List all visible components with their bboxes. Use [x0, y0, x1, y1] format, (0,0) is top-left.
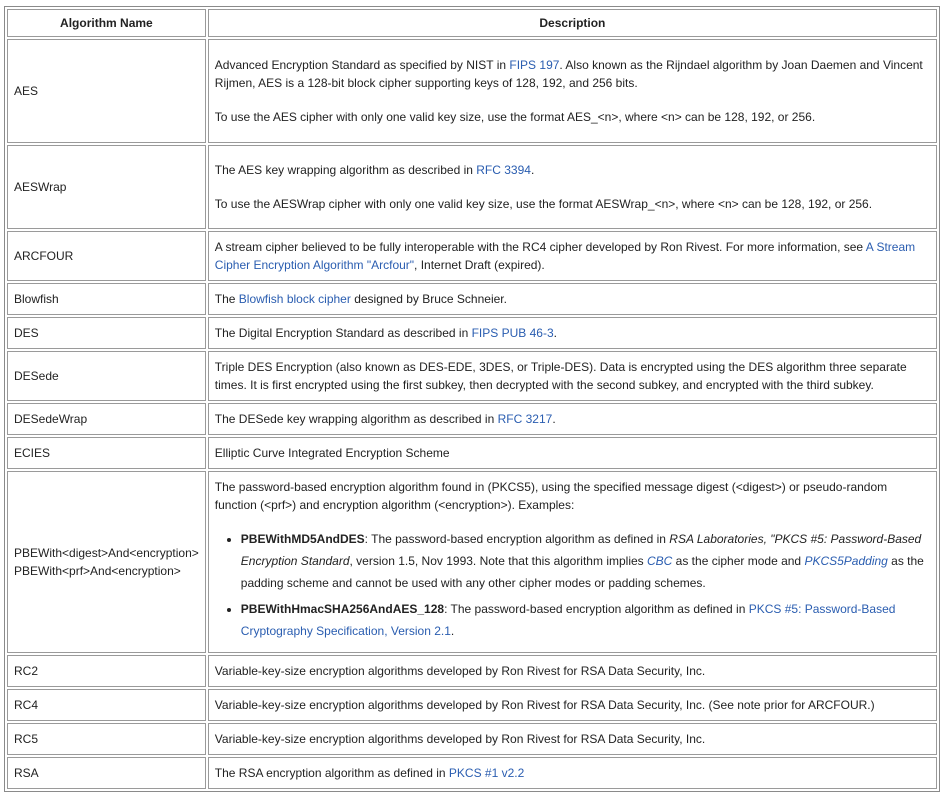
description-text: . — [552, 412, 556, 426]
rfc-3217-link[interactable]: RFC 3217 — [498, 412, 553, 426]
table-row: RC4 Variable-key-size encryption algorit… — [7, 689, 937, 721]
table-row: AES Advanced Encryption Standard as spec… — [7, 39, 937, 143]
table-row: PBEWith<digest>And<encryption> PBEWith<p… — [7, 471, 937, 653]
column-header-name: Algorithm Name — [7, 9, 206, 37]
algorithm-name: Blowfish — [7, 283, 206, 315]
column-header-description: Description — [207, 9, 937, 37]
description-text: , Internet Draft (expired). — [414, 258, 545, 272]
table-row: RSA The RSA encryption algorithm as defi… — [7, 757, 937, 789]
description-text: The AES key wrapping algorithm as descri… — [214, 163, 477, 177]
table-row: Blowfish The Blowfish block cipher desig… — [7, 283, 937, 315]
example-algorithm-name: PBEWithMD5AndDES — [240, 532, 365, 546]
description-text: : The password-based encryption algorith… — [364, 532, 670, 546]
description-paragraph: To use the AESWrap cipher with only one … — [214, 197, 873, 211]
algorithm-name: DESede — [7, 351, 206, 401]
table-row: DES The Digital Encryption Standard as d… — [7, 317, 937, 349]
description-paragraph: The AES key wrapping algorithm as descri… — [215, 161, 930, 179]
examples-list: PBEWithMD5AndDES: The password-based enc… — [215, 528, 930, 642]
algorithm-table: Algorithm Name Description AES Advanced … — [4, 6, 940, 792]
description-text: The Digital Encryption Standard as descr… — [214, 326, 472, 340]
algorithm-name: RC2 — [7, 655, 206, 687]
algorithm-description: Advanced Encryption Standard as specifie… — [207, 39, 937, 143]
description-text: : The password-based encryption algorith… — [444, 602, 749, 616]
fips-197-link[interactable]: FIPS 197 — [509, 58, 559, 72]
description-text: , version 1.5, Nov 1993. Note that this … — [349, 554, 647, 568]
description-text: The — [214, 292, 239, 306]
list-item: PBEWithHmacSHA256AndAES_128: The passwor… — [241, 598, 930, 642]
algorithm-name: DESedeWrap — [7, 403, 206, 435]
table-row: DESedeWrap The DESede key wrapping algor… — [7, 403, 937, 435]
algorithm-name: ECIES — [7, 437, 206, 469]
algorithm-description: The Digital Encryption Standard as descr… — [207, 317, 937, 349]
algorithm-description: Variable-key-size encryption algorithms … — [207, 723, 937, 755]
description-text: Advanced Encryption Standard as specifie… — [214, 58, 510, 72]
blowfish-link[interactable]: Blowfish block cipher — [239, 292, 351, 306]
algorithm-description: Variable-key-size encryption algorithms … — [207, 689, 937, 721]
algorithm-name: RC4 — [7, 689, 206, 721]
algorithm-description: Elliptic Curve Integrated Encryption Sch… — [207, 437, 937, 469]
algorithm-name: PBEWith<digest>And<encryption> PBEWith<p… — [7, 471, 206, 653]
list-item: PBEWithMD5AndDES: The password-based enc… — [241, 528, 930, 594]
algorithm-description: The RSA encryption algorithm as defined … — [207, 757, 937, 789]
table-row: ECIES Elliptic Curve Integrated Encrypti… — [7, 437, 937, 469]
header-row: Algorithm Name Description — [7, 9, 937, 37]
algorithm-description: The AES key wrapping algorithm as descri… — [207, 145, 937, 229]
algorithm-name: AESWrap — [7, 145, 206, 229]
algorithm-name-line: PBEWith<digest>And<encryption> — [14, 546, 199, 560]
description-paragraph: The password-based encryption algorithm … — [214, 480, 888, 512]
algorithm-name: RSA — [7, 757, 206, 789]
table-row: RC2 Variable-key-size encryption algorit… — [7, 655, 937, 687]
algorithm-description: The password-based encryption algorithm … — [207, 471, 937, 653]
description-text: The RSA encryption algorithm as defined … — [214, 766, 449, 780]
description-text: The DESede key wrapping algorithm as des… — [214, 412, 498, 426]
pkcs5padding-link[interactable]: PKCS5Padding — [804, 554, 887, 568]
rfc-3394-link[interactable]: RFC 3394 — [476, 163, 531, 177]
pkcs1-v2-2-link[interactable]: PKCS #1 v2.2 — [449, 766, 524, 780]
fips-pub-46-3-link[interactable]: FIPS PUB 46-3 — [472, 326, 554, 340]
algorithm-name: RC5 — [7, 723, 206, 755]
description-text: designed by Bruce Schneier. — [350, 292, 507, 306]
algorithm-name: DES — [7, 317, 206, 349]
algorithm-name: ARCFOUR — [7, 231, 206, 281]
description-text: . — [553, 326, 557, 340]
description-text: . — [530, 163, 535, 177]
algorithm-description: The DESede key wrapping algorithm as des… — [207, 403, 937, 435]
description-paragraph: Advanced Encryption Standard as specifie… — [215, 56, 930, 92]
table-row: ARCFOUR A stream cipher believed to be f… — [7, 231, 937, 281]
description-text: as the cipher mode and — [672, 554, 805, 568]
algorithm-name: AES — [7, 39, 206, 143]
algorithm-description: A stream cipher believed to be fully int… — [207, 231, 937, 281]
description-text: A stream cipher believed to be fully int… — [214, 240, 866, 254]
description-text: . — [450, 624, 455, 638]
cbc-link[interactable]: CBC — [647, 554, 672, 568]
table-row: DESede Triple DES Encryption (also known… — [7, 351, 937, 401]
example-algorithm-name: PBEWithHmacSHA256AndAES_128 — [240, 602, 445, 616]
algorithm-description: Triple DES Encryption (also known as DES… — [207, 351, 937, 401]
algorithm-description: Variable-key-size encryption algorithms … — [207, 655, 937, 687]
algorithm-name-line: PBEWith<prf>And<encryption> — [14, 564, 181, 578]
table-row: AESWrap The AES key wrapping algorithm a… — [7, 145, 937, 229]
algorithm-description: The Blowfish block cipher designed by Br… — [207, 283, 937, 315]
table-row: RC5 Variable-key-size encryption algorit… — [7, 723, 937, 755]
description-paragraph: To use the AES cipher with only one vali… — [214, 110, 816, 124]
